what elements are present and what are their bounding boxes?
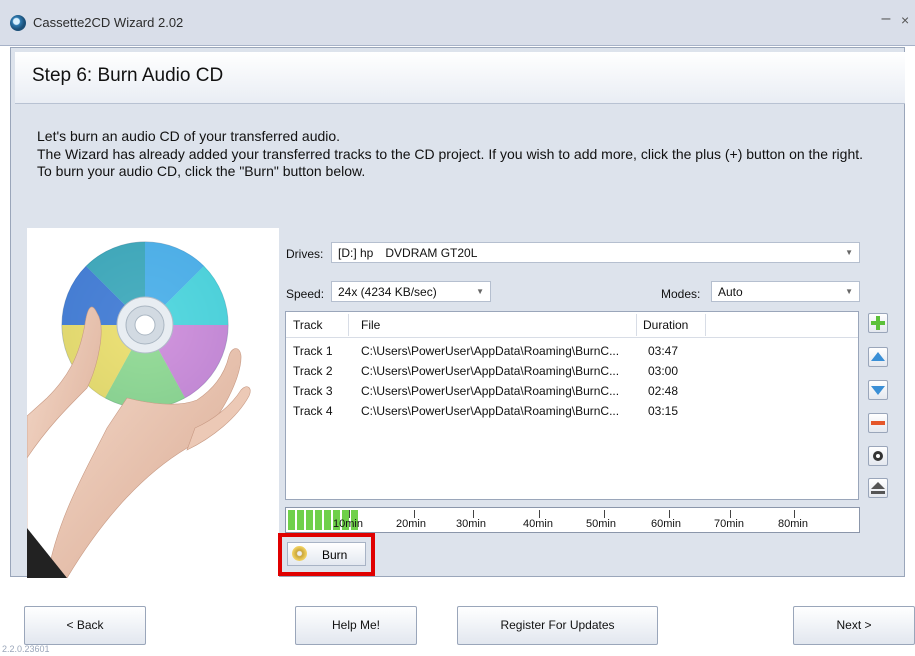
drives-value-name: DVDRAM GT20L	[385, 246, 478, 260]
move-down-icon	[871, 386, 885, 395]
track-name: Track 3	[293, 384, 333, 398]
disc-capacity-bar: 10min 20min 30min 40min 50min 60min 70mi…	[285, 507, 860, 533]
burn-button[interactable]: Burn	[287, 542, 366, 566]
title-bar: Cassette2CD Wizard 2.02 – ×	[0, 0, 915, 46]
remove-track-button[interactable]	[868, 413, 888, 433]
drives-dropdown[interactable]: [D:] hp DVDRAM GT20L ▼	[331, 242, 860, 263]
timeline-tick	[539, 510, 540, 518]
window-title: Cassette2CD Wizard 2.02	[33, 15, 184, 30]
step-title: Step 6: Burn Audio CD	[32, 65, 224, 86]
column-divider	[636, 314, 637, 336]
track-name: Track 4	[293, 404, 333, 418]
track-file: C:\Users\PowerUser\AppData\Roaming\BurnC…	[361, 384, 620, 398]
chevron-down-icon: ▼	[845, 287, 853, 296]
back-button[interactable]: < Back	[24, 606, 146, 645]
instruction-line-3: To burn your audio CD, click the "Burn" …	[37, 163, 366, 179]
close-button[interactable]: ×	[901, 12, 915, 28]
column-divider	[705, 314, 706, 336]
column-divider	[348, 314, 349, 336]
timeline-tick	[604, 510, 605, 518]
track-duration: 03:00	[648, 364, 679, 378]
next-button[interactable]: Next >	[793, 606, 915, 645]
move-up-button[interactable]	[868, 347, 888, 367]
cd-hand-illustration	[27, 228, 279, 578]
speed-dropdown[interactable]: 24x (4234 KB/sec) ▼	[331, 281, 491, 302]
track-duration: 03:15	[648, 404, 679, 418]
burn-disc-icon	[292, 546, 307, 561]
column-header-track[interactable]: Track	[293, 318, 323, 332]
track-name: Track 2	[293, 364, 333, 378]
step-header: Step 6: Burn Audio CD	[15, 52, 905, 104]
speed-value: 24x (4234 KB/sec)	[338, 285, 437, 299]
instruction-line-1: Let's burn an audio CD of your transferr…	[37, 128, 341, 144]
track-name: Track 1	[293, 344, 333, 358]
remove-icon	[871, 421, 885, 425]
eject-icon	[871, 482, 885, 494]
column-header-file[interactable]: File	[361, 318, 380, 332]
timeline-tick	[794, 510, 795, 518]
chevron-down-icon: ▼	[476, 287, 484, 296]
speed-label: Speed:	[286, 287, 325, 301]
instructions: Let's burn an audio CD of your transferr…	[37, 128, 897, 181]
column-header-duration[interactable]: Duration	[643, 318, 688, 332]
add-track-button[interactable]	[868, 313, 888, 333]
timeline-label: 60min	[651, 518, 681, 530]
track-file: C:\Users\PowerUser\AppData\Roaming\BurnC…	[361, 364, 620, 378]
track-duration: 02:48	[648, 384, 679, 398]
move-down-button[interactable]	[868, 380, 888, 400]
burn-button-label: Burn	[322, 548, 348, 562]
track-list-header: Track File Duration	[286, 312, 858, 338]
track-list[interactable]: Track File Duration Track 1 C:\Users\Pow…	[285, 311, 859, 500]
modes-dropdown[interactable]: Auto ▼	[711, 281, 860, 302]
instruction-line-2: The Wizard has already added your transf…	[37, 145, 864, 162]
table-row[interactable]: Track 3 C:\Users\PowerUser\AppData\Roami…	[286, 382, 858, 402]
drives-label: Drives:	[286, 247, 324, 261]
table-row[interactable]: Track 2 C:\Users\PowerUser\AppData\Roami…	[286, 362, 858, 382]
disc-info-button[interactable]	[868, 446, 888, 466]
chevron-down-icon: ▼	[845, 248, 853, 257]
move-up-icon	[871, 352, 885, 361]
timeline-label: 40min	[523, 518, 553, 530]
version-text: 2.2.0.23601	[2, 644, 50, 654]
timeline-tick	[414, 510, 415, 518]
timeline-label: 10min	[333, 518, 363, 530]
modes-value: Auto	[718, 285, 743, 299]
timeline-label: 50min	[586, 518, 616, 530]
timeline-label: 80min	[778, 518, 808, 530]
disc-icon	[873, 451, 883, 461]
table-row[interactable]: Track 1 C:\Users\PowerUser\AppData\Roami…	[286, 342, 858, 362]
timeline-tick	[669, 510, 670, 518]
timeline-label: 30min	[456, 518, 486, 530]
help-button[interactable]: Help Me!	[295, 606, 417, 645]
app-disc-icon	[10, 15, 26, 31]
eject-button[interactable]	[868, 478, 888, 498]
timeline-tick	[349, 510, 350, 518]
track-file: C:\Users\PowerUser\AppData\Roaming\BurnC…	[361, 344, 620, 358]
minimize-button[interactable]: –	[877, 10, 895, 28]
timeline-label: 20min	[396, 518, 426, 530]
drives-value-drive: [D:] hp	[338, 246, 374, 260]
track-duration: 03:47	[648, 344, 679, 358]
track-file: C:\Users\PowerUser\AppData\Roaming\BurnC…	[361, 404, 620, 418]
table-row[interactable]: Track 4 C:\Users\PowerUser\AppData\Roami…	[286, 402, 858, 422]
timeline-tick	[473, 510, 474, 518]
register-button[interactable]: Register For Updates	[457, 606, 658, 645]
add-icon	[871, 316, 885, 330]
timeline-label: 70min	[714, 518, 744, 530]
timeline-tick	[730, 510, 731, 518]
modes-label: Modes:	[661, 287, 701, 301]
